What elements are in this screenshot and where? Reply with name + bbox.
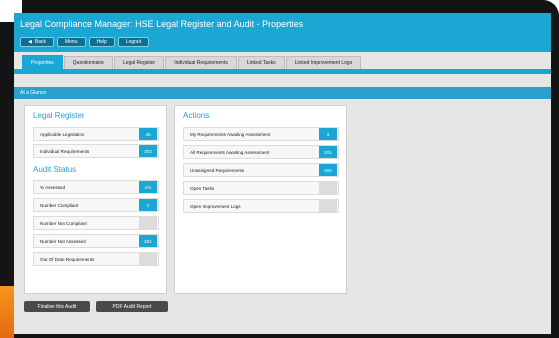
count-badge: 3 bbox=[319, 128, 337, 140]
count-badge: 201 bbox=[319, 146, 337, 158]
orange-accent bbox=[0, 286, 14, 338]
count-badge: 200 bbox=[319, 164, 337, 176]
count-badge: 0 bbox=[319, 200, 337, 212]
logout-button[interactable]: Logout bbox=[117, 37, 150, 47]
actions-panel: Actions My Requirements Awaiting Assessm… bbox=[174, 105, 347, 294]
row-label: Number Not Compliant bbox=[40, 220, 87, 226]
count-badge: 2 bbox=[139, 199, 157, 211]
number-not-compliant-row[interactable]: Number Not Compliant 0 bbox=[33, 216, 159, 230]
app-title: Legal Compliance Manager: HSE Legal Regi… bbox=[20, 19, 304, 29]
back-arrow-icon: ◀ bbox=[28, 39, 32, 45]
audit-status-heading: Audit Status bbox=[33, 165, 77, 174]
count-badge: 0 bbox=[319, 182, 337, 194]
top-nav: ◀ Back Menu Help Logout bbox=[20, 37, 150, 47]
count-badge: 45 bbox=[139, 128, 157, 140]
menu-button[interactable]: Menu bbox=[56, 37, 86, 47]
actions-heading: Actions bbox=[183, 111, 210, 120]
row-label: Number Compliant bbox=[40, 202, 79, 208]
at-a-glance-bar: At a Glance bbox=[14, 87, 551, 99]
help-button[interactable]: Help bbox=[88, 37, 115, 47]
all-requirements-awaiting-row[interactable]: All Requirements Awaiting Assessment 201 bbox=[183, 145, 339, 159]
applicable-legislation-row[interactable]: Applicable Legislation 45 bbox=[33, 127, 159, 141]
tab-questionnaire[interactable]: Questionnaire bbox=[63, 56, 113, 69]
tab-individual-requirements[interactable]: Individual Requirements bbox=[165, 56, 237, 69]
menu-button-label: Menu bbox=[64, 39, 78, 45]
row-label: Applicable Legislation bbox=[40, 131, 85, 137]
unassigned-requirements-row[interactable]: Unassigned Requirements 200 bbox=[183, 163, 339, 177]
logout-button-label: Logout bbox=[125, 39, 142, 45]
tab-linked-tasks[interactable]: Linked Tasks bbox=[237, 56, 285, 69]
number-not-assessed-row[interactable]: Number Not Assessed 201 bbox=[33, 234, 159, 248]
tab-underline bbox=[14, 69, 551, 74]
app-header: Legal Compliance Manager: HSE Legal Regi… bbox=[14, 13, 551, 52]
count-badge: 0 bbox=[139, 217, 157, 229]
out-of-date-requirements-row[interactable]: Out Of Date Requirements 0 bbox=[33, 252, 159, 266]
tab-bar: Properties Questionnaire Legal Register … bbox=[14, 52, 551, 69]
row-label: % Assessed bbox=[40, 184, 66, 190]
tab-properties[interactable]: Properties bbox=[22, 55, 63, 69]
open-improvement-logs-row[interactable]: Open Improvement Logs 0 bbox=[183, 199, 339, 213]
row-label: All Requirements Awaiting Assessment bbox=[190, 149, 270, 155]
back-button-label: Back bbox=[34, 39, 46, 45]
summary-panel: Legal Register Applicable Legislation 45… bbox=[24, 105, 167, 294]
open-tasks-row[interactable]: Open Tasks 0 bbox=[183, 181, 339, 195]
finalise-audit-button[interactable]: Finalise this Audit bbox=[24, 301, 90, 312]
pdf-audit-report-button[interactable]: PDF Audit Report bbox=[96, 301, 168, 312]
row-label: Unassigned Requirements bbox=[190, 167, 245, 173]
row-label: Individual Requirements bbox=[40, 148, 90, 154]
legal-register-heading: Legal Register bbox=[33, 111, 85, 120]
help-button-label: Help bbox=[96, 39, 107, 45]
tab-linked-improvement-logs[interactable]: Linked Improvement Logs bbox=[285, 56, 362, 69]
number-compliant-row[interactable]: Number Compliant 2 bbox=[33, 198, 159, 212]
row-label: Number Not Assessed bbox=[40, 238, 86, 244]
individual-requirements-row[interactable]: Individual Requirements 203 bbox=[33, 144, 159, 158]
app-screen: Legal Compliance Manager: HSE Legal Regi… bbox=[14, 13, 551, 334]
row-label: Out Of Date Requirements bbox=[40, 256, 95, 262]
percent-assessed-row[interactable]: % Assessed 1% bbox=[33, 180, 159, 194]
count-badge: 1% bbox=[139, 181, 157, 193]
row-label: My Requirements Awaiting Assessment bbox=[190, 131, 271, 137]
count-badge: 201 bbox=[139, 235, 157, 247]
count-badge: 203 bbox=[139, 145, 157, 157]
count-badge: 0 bbox=[139, 253, 157, 265]
row-label: Open Improvement Logs bbox=[190, 203, 241, 209]
row-label: Open Tasks bbox=[190, 185, 215, 191]
back-button[interactable]: ◀ Back bbox=[20, 37, 54, 47]
tab-legal-register[interactable]: Legal Register bbox=[113, 56, 165, 69]
my-requirements-awaiting-row[interactable]: My Requirements Awaiting Assessment 3 bbox=[183, 127, 339, 141]
